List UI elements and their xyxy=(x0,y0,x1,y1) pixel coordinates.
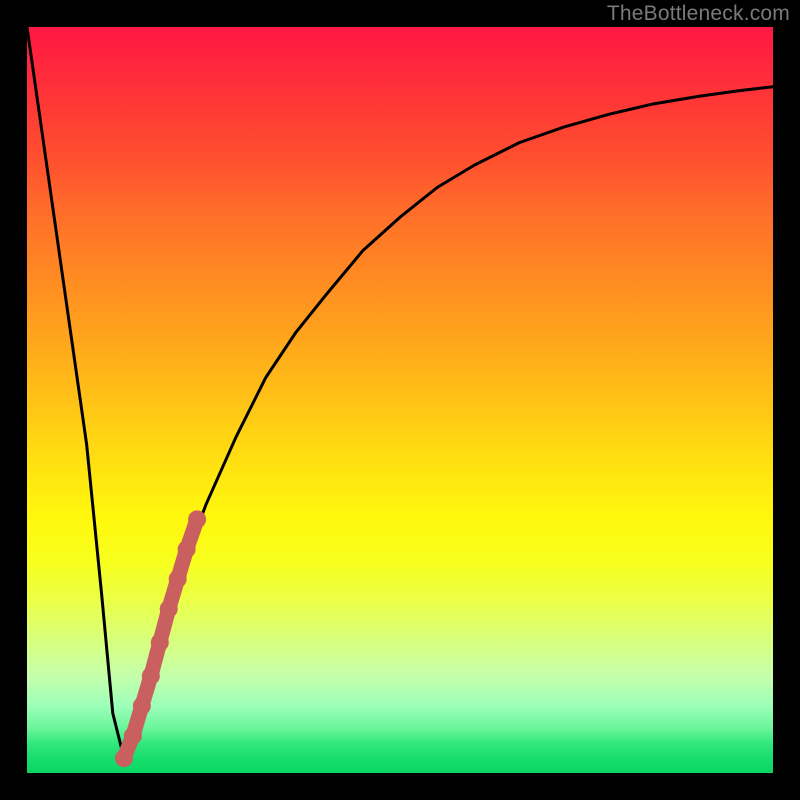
highlighted-segment xyxy=(115,510,206,767)
highlight-dot xyxy=(188,510,206,528)
highlight-dot xyxy=(160,600,178,618)
bottleneck-curve xyxy=(27,27,773,758)
highlight-dot xyxy=(169,570,187,588)
highlight-dot xyxy=(151,633,169,651)
curve-path xyxy=(27,27,773,758)
chart-svg xyxy=(27,27,773,773)
highlight-dot xyxy=(133,697,151,715)
highlight-dot xyxy=(115,749,133,767)
plot-area xyxy=(27,27,773,773)
highlight-dot xyxy=(178,540,196,558)
highlight-dot xyxy=(124,727,142,745)
highlight-dot xyxy=(142,667,160,685)
chart-frame: TheBottleneck.com xyxy=(0,0,800,800)
attribution-label: TheBottleneck.com xyxy=(607,2,790,26)
